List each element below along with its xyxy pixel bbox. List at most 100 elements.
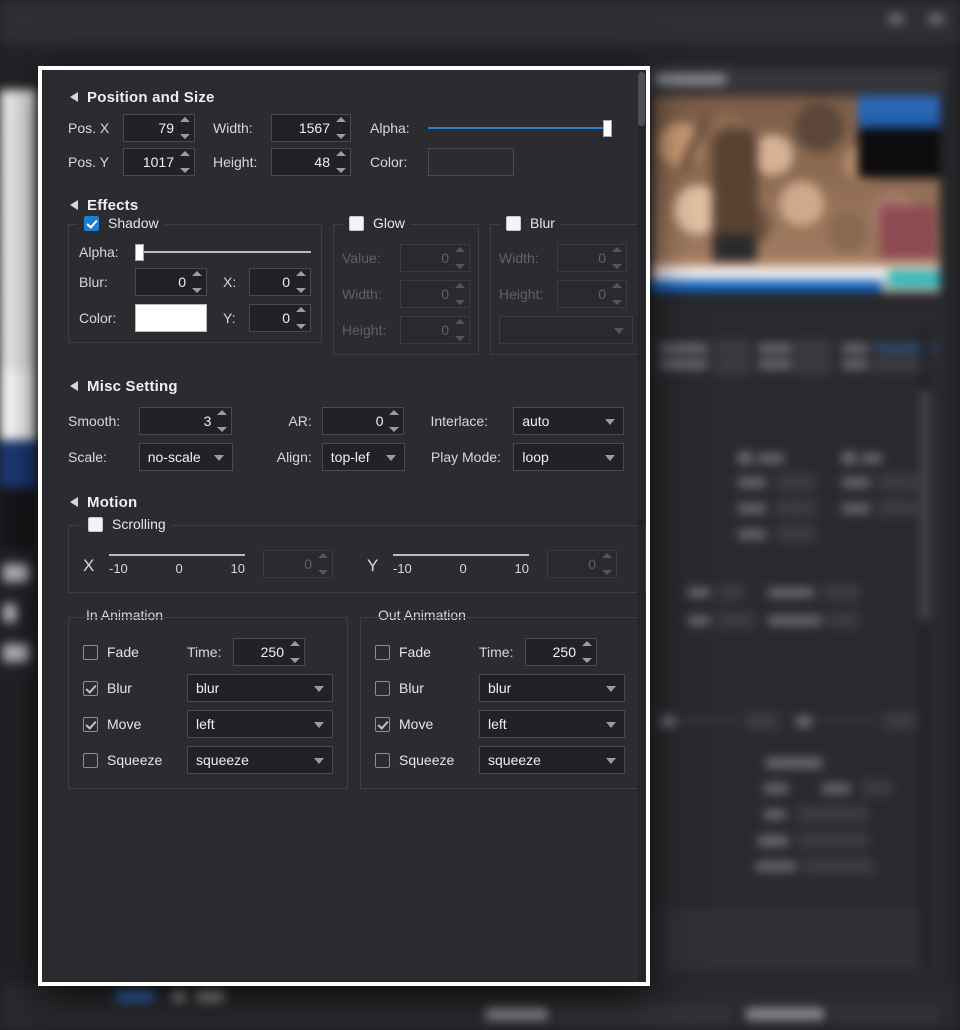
blur-height-label: Height: [499, 286, 557, 302]
section-header-misc-setting[interactable]: Misc Setting [70, 373, 624, 399]
color-label: Color: [370, 154, 428, 170]
shadow-blur-spinner[interactable]: 0 [135, 268, 207, 296]
alpha-slider[interactable] [428, 120, 612, 136]
motion-y-slider[interactable] [393, 550, 529, 560]
in-time-spinner[interactable]: 250 [233, 638, 305, 666]
spinner-arrows-icon[interactable] [610, 283, 623, 305]
shadow-color-swatch[interactable] [135, 304, 207, 332]
in-blur-dropdown[interactable]: blur [187, 674, 333, 702]
spinner-arrows-icon[interactable] [316, 553, 329, 575]
smooth-spinner[interactable]: 3 [139, 407, 233, 435]
list-item[interactable] [3, 644, 29, 662]
checkbox-icon[interactable] [375, 645, 390, 660]
white-thumbnail [0, 370, 36, 440]
out-blur-dropdown[interactable]: blur [479, 674, 625, 702]
in-blur-label: Blur [107, 680, 132, 696]
collapse-triangle-icon[interactable] [70, 381, 78, 391]
spinner-arrows-icon[interactable] [178, 151, 191, 173]
motion-y-spinner[interactable]: 0 [547, 550, 617, 578]
background-scrollbar[interactable] [920, 330, 930, 970]
blur-extra-dropdown[interactable] [499, 316, 633, 344]
out-fade-checkbox[interactable]: Fade [375, 644, 479, 660]
spinner-arrows-icon[interactable] [288, 641, 301, 663]
shadow-y-spinner[interactable]: 0 [249, 304, 311, 332]
in-squeeze-dropdown[interactable]: squeeze [187, 746, 333, 774]
interlace-dropdown[interactable]: auto [513, 407, 624, 435]
out-move-dropdown[interactable]: left [479, 710, 625, 738]
spinner-arrows-icon[interactable] [215, 410, 228, 432]
collapse-triangle-icon[interactable] [70, 200, 78, 210]
glow-width-spinner[interactable]: 0 [400, 280, 470, 308]
in-fade-checkbox[interactable]: Fade [83, 644, 187, 660]
section-header-position-and-size[interactable]: Position and Size [70, 84, 624, 110]
blur-checkbox[interactable]: Blur [500, 215, 561, 231]
list-item[interactable] [3, 604, 17, 622]
spinner-arrows-icon[interactable] [294, 271, 307, 293]
height-spinner[interactable]: 48 [271, 148, 351, 176]
checkbox-icon[interactable] [88, 517, 103, 532]
spinner-arrows-icon[interactable] [334, 117, 347, 139]
play-mode-dropdown[interactable]: loop [513, 443, 624, 471]
motion-x-slider[interactable] [109, 550, 245, 560]
spinner-arrows-icon[interactable] [453, 319, 466, 341]
dialog-scrollbar[interactable] [638, 72, 645, 980]
checkbox-icon[interactable] [349, 216, 364, 231]
spinner-arrows-icon[interactable] [190, 271, 203, 293]
align-dropdown[interactable]: top-lef [322, 443, 405, 471]
spinner-arrows-icon[interactable] [600, 553, 613, 575]
width-spinner[interactable]: 1567 [271, 114, 351, 142]
close-icon[interactable] [928, 14, 944, 24]
spinner-arrows-icon[interactable] [178, 117, 191, 139]
shadow-x-spinner[interactable]: 0 [249, 268, 311, 296]
checkbox-icon[interactable] [375, 681, 390, 696]
checkbox-icon[interactable] [375, 717, 390, 732]
alpha-slider-handle[interactable] [603, 120, 612, 137]
glow-value-spinner[interactable]: 0 [400, 244, 470, 272]
motion-x-spinner[interactable]: 0 [263, 550, 333, 578]
spinner-arrows-icon[interactable] [453, 247, 466, 269]
pos-x-spinner[interactable]: 79 [123, 114, 195, 142]
spinner-arrows-icon[interactable] [453, 283, 466, 305]
collapse-triangle-icon[interactable] [70, 497, 78, 507]
out-move-checkbox[interactable]: Move [375, 716, 479, 732]
spinner-arrows-icon[interactable] [580, 641, 593, 663]
spinner-arrows-icon[interactable] [334, 151, 347, 173]
out-blur-checkbox[interactable]: Blur [375, 680, 479, 696]
in-blur-checkbox[interactable]: Blur [83, 680, 187, 696]
pos-y-spinner[interactable]: 1017 [123, 148, 195, 176]
checkbox-icon[interactable] [506, 216, 521, 231]
blur-height-spinner[interactable]: 0 [557, 280, 627, 308]
scrolling-checkbox[interactable]: Scrolling [82, 516, 172, 532]
shadow-alpha-slider[interactable] [135, 244, 311, 260]
out-squeeze-dropdown[interactable]: squeeze [479, 746, 625, 774]
checkbox-icon[interactable] [83, 681, 98, 696]
in-move-checkbox[interactable]: Move [83, 716, 187, 732]
checkbox-icon[interactable] [375, 753, 390, 768]
shadow-blur-label: Blur: [79, 274, 135, 290]
collapse-triangle-icon[interactable] [70, 92, 78, 102]
checkbox-icon[interactable] [83, 717, 98, 732]
list-item[interactable] [3, 564, 29, 582]
out-time-spinner[interactable]: 250 [525, 638, 597, 666]
in-move-dropdown[interactable]: left [187, 710, 333, 738]
minimize-icon[interactable] [888, 14, 904, 24]
spinner-arrows-icon[interactable] [387, 410, 400, 432]
ar-spinner[interactable]: 0 [322, 407, 405, 435]
shadow-checkbox[interactable]: Shadow [78, 215, 165, 231]
dialog-scrollbar-thumb[interactable] [638, 72, 645, 126]
in-squeeze-checkbox[interactable]: Squeeze [83, 752, 187, 768]
checkbox-icon[interactable] [83, 645, 98, 660]
glow-width-label: Width: [342, 286, 400, 302]
glow-height-spinner[interactable]: 0 [400, 316, 470, 344]
out-squeeze-checkbox[interactable]: Squeeze [375, 752, 479, 768]
checkbox-icon[interactable] [84, 216, 99, 231]
section-header-motion[interactable]: Motion [70, 489, 624, 515]
glow-checkbox[interactable]: Glow [343, 215, 411, 231]
scale-dropdown[interactable]: no-scale [139, 443, 233, 471]
color-swatch[interactable] [428, 148, 514, 176]
spinner-arrows-icon[interactable] [610, 247, 623, 269]
blur-width-spinner[interactable]: 0 [557, 244, 627, 272]
shadow-alpha-slider-handle[interactable] [135, 244, 144, 261]
checkbox-icon[interactable] [83, 753, 98, 768]
spinner-arrows-icon[interactable] [294, 307, 307, 329]
